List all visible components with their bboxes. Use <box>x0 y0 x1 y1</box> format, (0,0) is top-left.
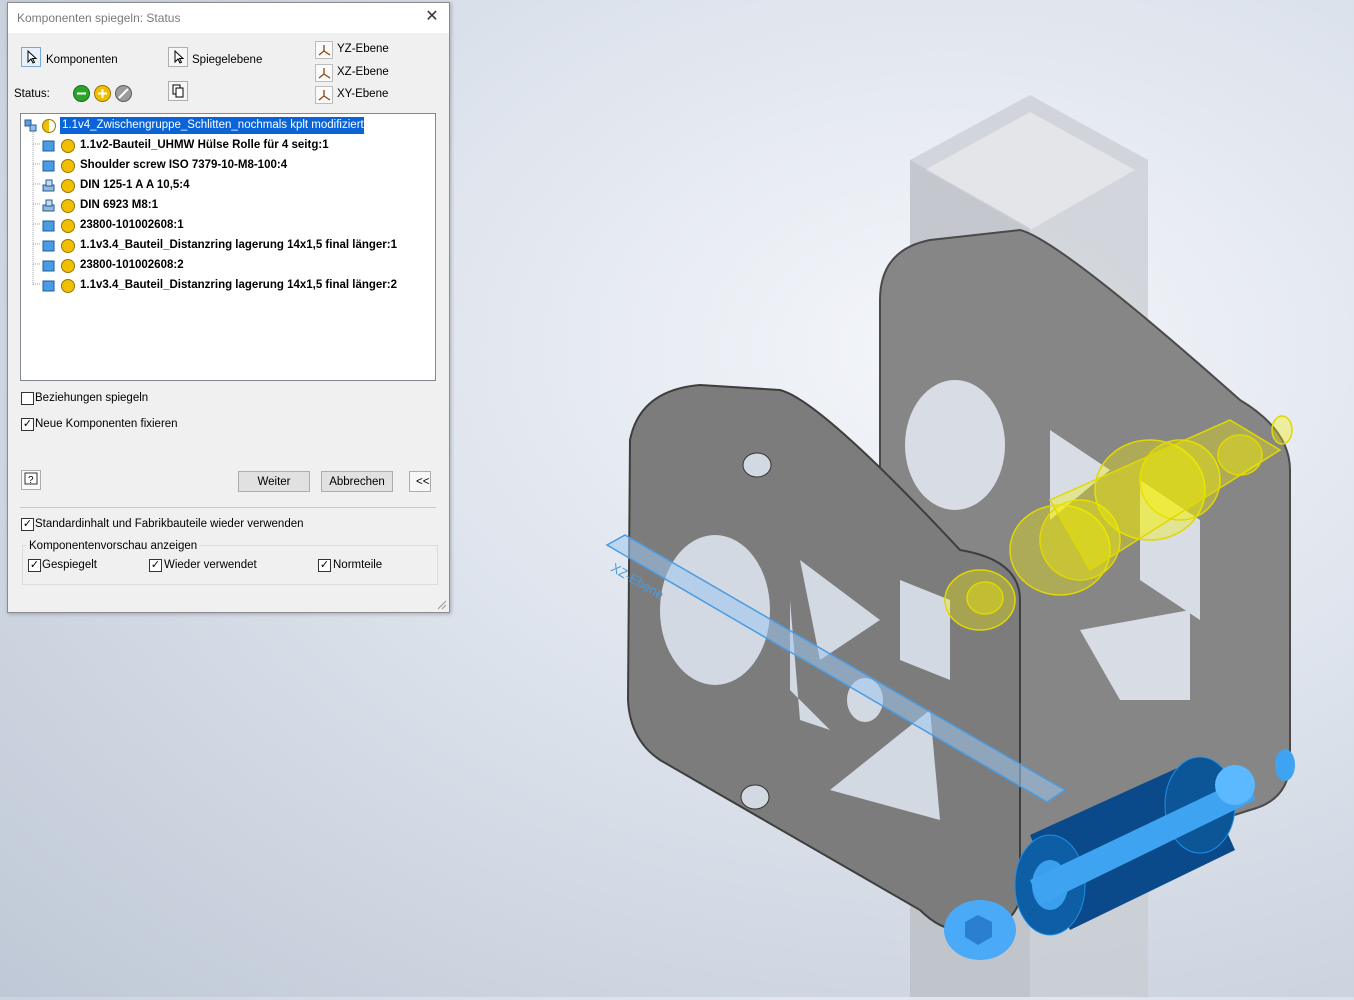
yz-plane-icon <box>315 41 333 59</box>
collapse-button[interactable]: << <box>409 471 431 492</box>
help-button[interactable]: ? <box>21 470 41 490</box>
tree-lines <box>32 132 41 286</box>
tree-item-label: 23800-101002608:1 <box>80 219 184 231</box>
tree-item[interactable]: 23800-101002608:2 <box>21 257 433 275</box>
tree-item[interactable]: DIN 125-1 A A 10,5:4 <box>21 177 433 195</box>
tree-item-label: 1.1v3.4_Bauteil_Distanzring lagerung 14x… <box>80 239 398 251</box>
xy-plane-icon <box>315 86 333 104</box>
status-reuse-icon <box>61 279 75 293</box>
copy-button[interactable] <box>168 81 188 101</box>
cursor-arrow-icon <box>27 49 38 64</box>
status-exclude-icon[interactable] <box>115 85 132 102</box>
xz-plane-icon <box>315 64 333 82</box>
mirror-plane-label: Spiegelebene <box>192 54 263 66</box>
plane-yz-label: YZ-Ebene <box>337 43 389 55</box>
mirror-components-dialog: Komponenten spiegeln: Status ✕ Komponent… <box>7 2 450 613</box>
tree-item[interactable]: 1.1v3.4_Bauteil_Distanzring lagerung 14x… <box>21 277 433 295</box>
tree-item-label: 23800-101002608:2 <box>80 259 184 271</box>
cancel-button[interactable]: Abbrechen <box>321 471 393 492</box>
status-reuse-icon <box>61 219 75 233</box>
copy-icon <box>172 84 184 98</box>
help-icon: ? <box>24 472 38 486</box>
status-label: Status: <box>14 88 50 100</box>
status-reuse-icon <box>61 199 75 213</box>
preview-standard-parts-label: Normteile <box>333 559 383 571</box>
mirror-plane-select-button[interactable] <box>168 47 188 67</box>
tree-root-row[interactable]: 1.1v4_Zwischengruppe_Schlitten_nochmals … <box>21 117 433 135</box>
next-button[interactable]: Weiter <box>238 471 310 492</box>
tree-item-label: Shoulder screw ISO 7379-10-M8-100:4 <box>80 159 288 171</box>
status-reuse-icon <box>61 159 75 173</box>
status-reuse-icon[interactable] <box>94 85 111 102</box>
preview-mirrored-label: Gespiegelt <box>42 559 97 571</box>
fix-new-components-checkbox[interactable]: ✓ <box>21 418 34 431</box>
close-icon[interactable]: ✕ <box>423 8 441 26</box>
status-reuse-icon <box>61 139 75 153</box>
preview-reused-label: Wieder verwendet <box>164 559 257 571</box>
status-reuse-icon <box>61 179 75 193</box>
components-label: Komponenten <box>46 54 118 66</box>
resize-grip-icon[interactable] <box>437 600 447 610</box>
tree-item-label: DIN 6923 M8:1 <box>80 199 158 211</box>
preview-reused-checkbox[interactable]: ✓ <box>149 559 162 572</box>
status-mirror-icon[interactable] <box>73 85 90 102</box>
plane-xy-label: XY-Ebene <box>337 88 389 100</box>
svg-text:?: ? <box>28 475 34 486</box>
reuse-standard-label: Standardinhalt und Fabrikbauteile wieder… <box>35 518 304 530</box>
dialog-title: Komponenten spiegeln: Status <box>17 11 181 25</box>
preview-group-label: Komponentenvorschau anzeigen <box>26 540 201 552</box>
preview-standard-parts-checkbox[interactable]: ✓ <box>318 559 331 572</box>
tree-item[interactable]: 1.1v3.4_Bauteil_Distanzring lagerung 14x… <box>21 237 433 255</box>
tree-item-label: 1.1v2-Bauteil_UHMW Hülse Rolle für 4 sei… <box>80 139 329 151</box>
component-tree[interactable]: 1.1v4_Zwischengruppe_Schlitten_nochmals … <box>20 113 436 381</box>
plane-xz-label: XZ-Ebene <box>337 66 389 78</box>
separator <box>20 507 436 508</box>
status-reuse-icon <box>61 259 75 273</box>
dialog-titlebar[interactable]: Komponenten spiegeln: Status ✕ <box>8 3 449 33</box>
components-select-button[interactable] <box>21 47 41 67</box>
tree-item[interactable]: 1.1v2-Bauteil_UHMW Hülse Rolle für 4 sei… <box>21 137 433 155</box>
tree-item[interactable]: 23800-101002608:1 <box>21 217 433 235</box>
mirror-relations-label: Beziehungen spiegeln <box>35 392 149 404</box>
tree-item-label: 1.1v3.4_Bauteil_Distanzring lagerung 14x… <box>80 279 398 291</box>
cursor-arrow-icon <box>174 49 185 64</box>
mirror-relations-checkbox[interactable] <box>21 392 34 405</box>
status-reuse-icon <box>61 239 75 253</box>
tree-item[interactable]: Shoulder screw ISO 7379-10-M8-100:4 <box>21 157 433 175</box>
tree-root-label: 1.1v4_Zwischengruppe_Schlitten_nochmals … <box>62 119 386 131</box>
preview-mirrored-checkbox[interactable]: ✓ <box>28 559 41 572</box>
fix-new-components-label: Neue Komponenten fixieren <box>35 418 178 430</box>
reuse-standard-checkbox[interactable]: ✓ <box>21 518 34 531</box>
tree-item-label: DIN 125-1 A A 10,5:4 <box>80 179 190 191</box>
tree-item[interactable]: DIN 6923 M8:1 <box>21 197 433 215</box>
